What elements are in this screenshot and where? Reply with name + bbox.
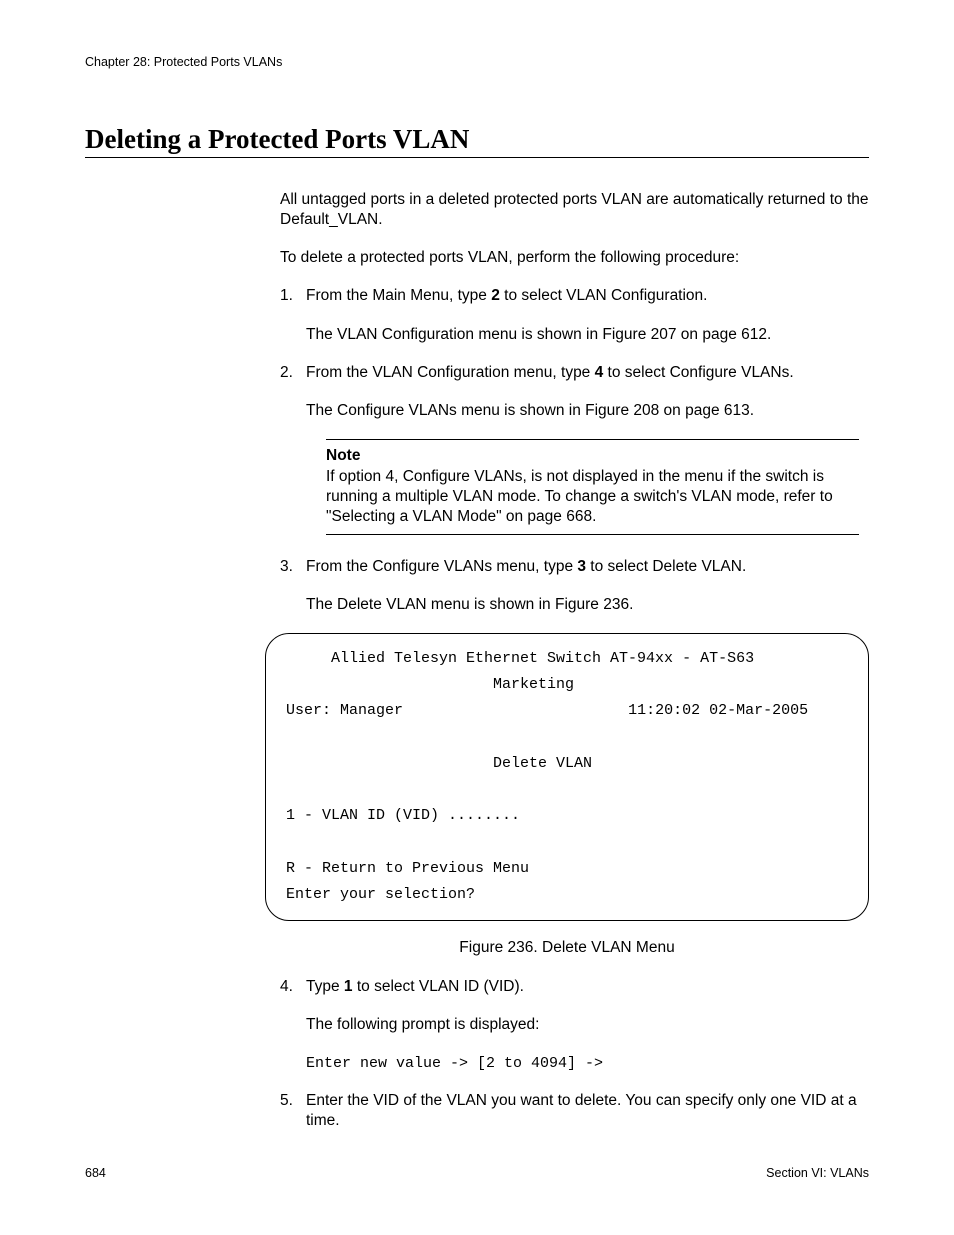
step-text-bold: 3 — [577, 558, 586, 575]
terminal-option: 1 - VLAN ID (VID) ........ — [286, 807, 520, 824]
body-column-2: 4. Type 1 to select VLAN ID (VID). The f… — [280, 977, 869, 1131]
step-number: 5. — [280, 1091, 306, 1131]
step-sub: The Configure VLANs menu is shown in Fig… — [306, 401, 869, 421]
terminal-screen: Allied Telesyn Ethernet Switch AT-94xx -… — [265, 633, 869, 922]
step-5: 5. Enter the VID of the VLAN you want to… — [280, 1091, 869, 1131]
step-prompt: Enter new value -> [2 to 4094] -> — [306, 1054, 869, 1074]
step-text-post: to select Configure VLANs. — [603, 364, 793, 381]
step-body: Enter the VID of the VLAN you want to de… — [306, 1091, 869, 1131]
step-text-post: to select VLAN Configuration. — [500, 287, 708, 304]
note-box: Note If option 4, Configure VLANs, is no… — [326, 439, 859, 535]
step-text-post: to select Delete VLAN. — [586, 558, 746, 575]
page-number: 684 — [85, 1166, 106, 1180]
step-number: 3. — [280, 557, 306, 615]
step-text-bold: 1 — [344, 978, 353, 995]
step-body: Type 1 to select VLAN ID (VID). The foll… — [306, 977, 869, 1073]
step-4: 4. Type 1 to select VLAN ID (VID). The f… — [280, 977, 869, 1073]
terminal-line: Allied Telesyn Ethernet Switch AT-94xx -… — [286, 650, 754, 667]
step-body: From the Configure VLANs menu, type 3 to… — [306, 557, 869, 615]
intro-paragraph-2: To delete a protected ports VLAN, perfor… — [280, 248, 869, 268]
terminal-menu-title: Delete VLAN — [286, 755, 592, 772]
body-column: All untagged ports in a deleted protecte… — [280, 190, 869, 615]
terminal-option: R - Return to Previous Menu — [286, 860, 529, 877]
step-text-pre: Type — [306, 978, 344, 995]
step-text: Enter the VID of the VLAN you want to de… — [306, 1092, 857, 1129]
step-body: From the Main Menu, type 2 to select VLA… — [306, 286, 869, 344]
step-text-pre: From the VLAN Configuration menu, type — [306, 364, 595, 381]
step-3: 3. From the Configure VLANs menu, type 3… — [280, 557, 869, 615]
terminal-user: User: Manager — [286, 702, 403, 719]
step-text-post: to select VLAN ID (VID). — [353, 978, 524, 995]
section-label: Section VI: VLANs — [766, 1166, 869, 1180]
chapter-header: Chapter 28: Protected Ports VLANs — [85, 55, 869, 69]
step-sub: The Delete VLAN menu is shown in Figure … — [306, 595, 869, 615]
note-title: Note — [326, 446, 859, 466]
step-text-bold: 4 — [595, 364, 604, 381]
step-number: 1. — [280, 286, 306, 344]
section-title: Deleting a Protected Ports VLAN — [85, 124, 869, 158]
terminal-figure: Allied Telesyn Ethernet Switch AT-94xx -… — [265, 633, 869, 922]
step-text-bold: 2 — [491, 287, 500, 304]
page-footer: 684 Section VI: VLANs — [85, 1166, 869, 1180]
intro-paragraph-1: All untagged ports in a deleted protecte… — [280, 190, 869, 230]
step-1: 1. From the Main Menu, type 2 to select … — [280, 286, 869, 344]
step-text-pre: From the Configure VLANs menu, type — [306, 558, 577, 575]
step-body: From the VLAN Configuration menu, type 4… — [306, 363, 869, 421]
step-text-pre: From the Main Menu, type — [306, 287, 491, 304]
terminal-timestamp: 11:20:02 02-Mar-2005 — [628, 702, 808, 719]
step-2: 2. From the VLAN Configuration menu, typ… — [280, 363, 869, 421]
step-number: 2. — [280, 363, 306, 421]
step-sub: The following prompt is displayed: — [306, 1015, 869, 1035]
step-number: 4. — [280, 977, 306, 1073]
terminal-prompt: Enter your selection? — [286, 886, 475, 903]
note-body: If option 4, Configure VLANs, is not dis… — [326, 467, 859, 527]
step-sub: The VLAN Configuration menu is shown in … — [306, 325, 869, 345]
figure-caption: Figure 236. Delete VLAN Menu — [265, 939, 869, 957]
document-page: Chapter 28: Protected Ports VLANs Deleti… — [0, 0, 954, 1235]
terminal-line: Marketing — [286, 676, 574, 693]
